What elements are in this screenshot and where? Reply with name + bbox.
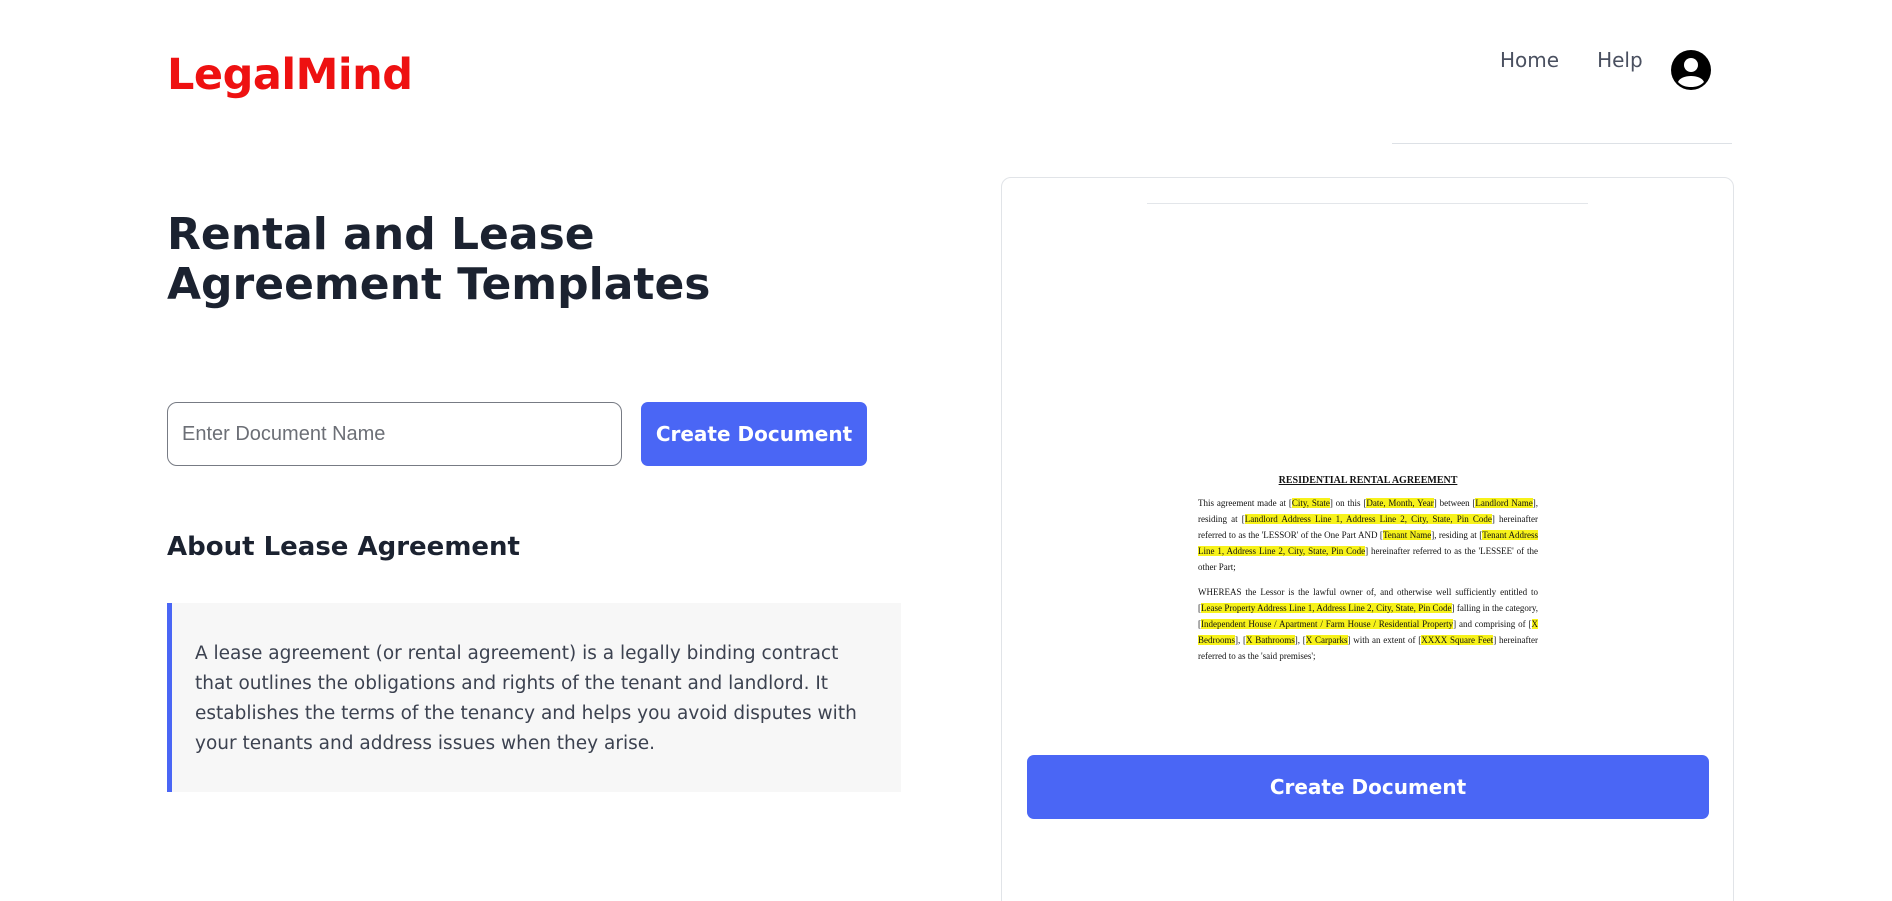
page: LegalMind Home Help Rental and Lease Agr… [0, 0, 1892, 901]
document-preview[interactable]: RESIDENTIAL RENTAL AGREEMENT This agreem… [1198, 473, 1539, 673]
about-text: A lease agreement (or rental agreement) … [195, 643, 857, 754]
about-heading: About Lease Agreement [167, 532, 520, 562]
top-nav: Home Help [1500, 48, 1681, 72]
page-title: Rental and Lease Agreement Templates [167, 209, 711, 310]
header-divider [1392, 143, 1732, 144]
document-name-input[interactable] [167, 402, 622, 466]
preview-paragraph-2: WHEREAS the Lessor is the lawful owner o… [1198, 587, 1538, 661]
preview-create-document-button[interactable]: Create Document [1027, 755, 1709, 819]
logo[interactable]: LegalMind [167, 50, 413, 100]
preview-paragraph-1: This agreement made at [City, State] on … [1198, 498, 1539, 572]
nav-help-link[interactable]: Help [1597, 48, 1643, 72]
create-document-button[interactable]: Create Document [641, 402, 867, 466]
user-circle-icon[interactable] [1670, 49, 1712, 91]
nav-home-link[interactable]: Home [1500, 48, 1559, 72]
about-callout: A lease agreement (or rental agreement) … [167, 603, 901, 792]
template-preview-card: RESIDENTIAL RENTAL AGREEMENT This agreem… [1001, 177, 1734, 901]
preview-divider [1147, 203, 1588, 204]
preview-doc-title: RESIDENTIAL RENTAL AGREEMENT [1278, 475, 1458, 486]
